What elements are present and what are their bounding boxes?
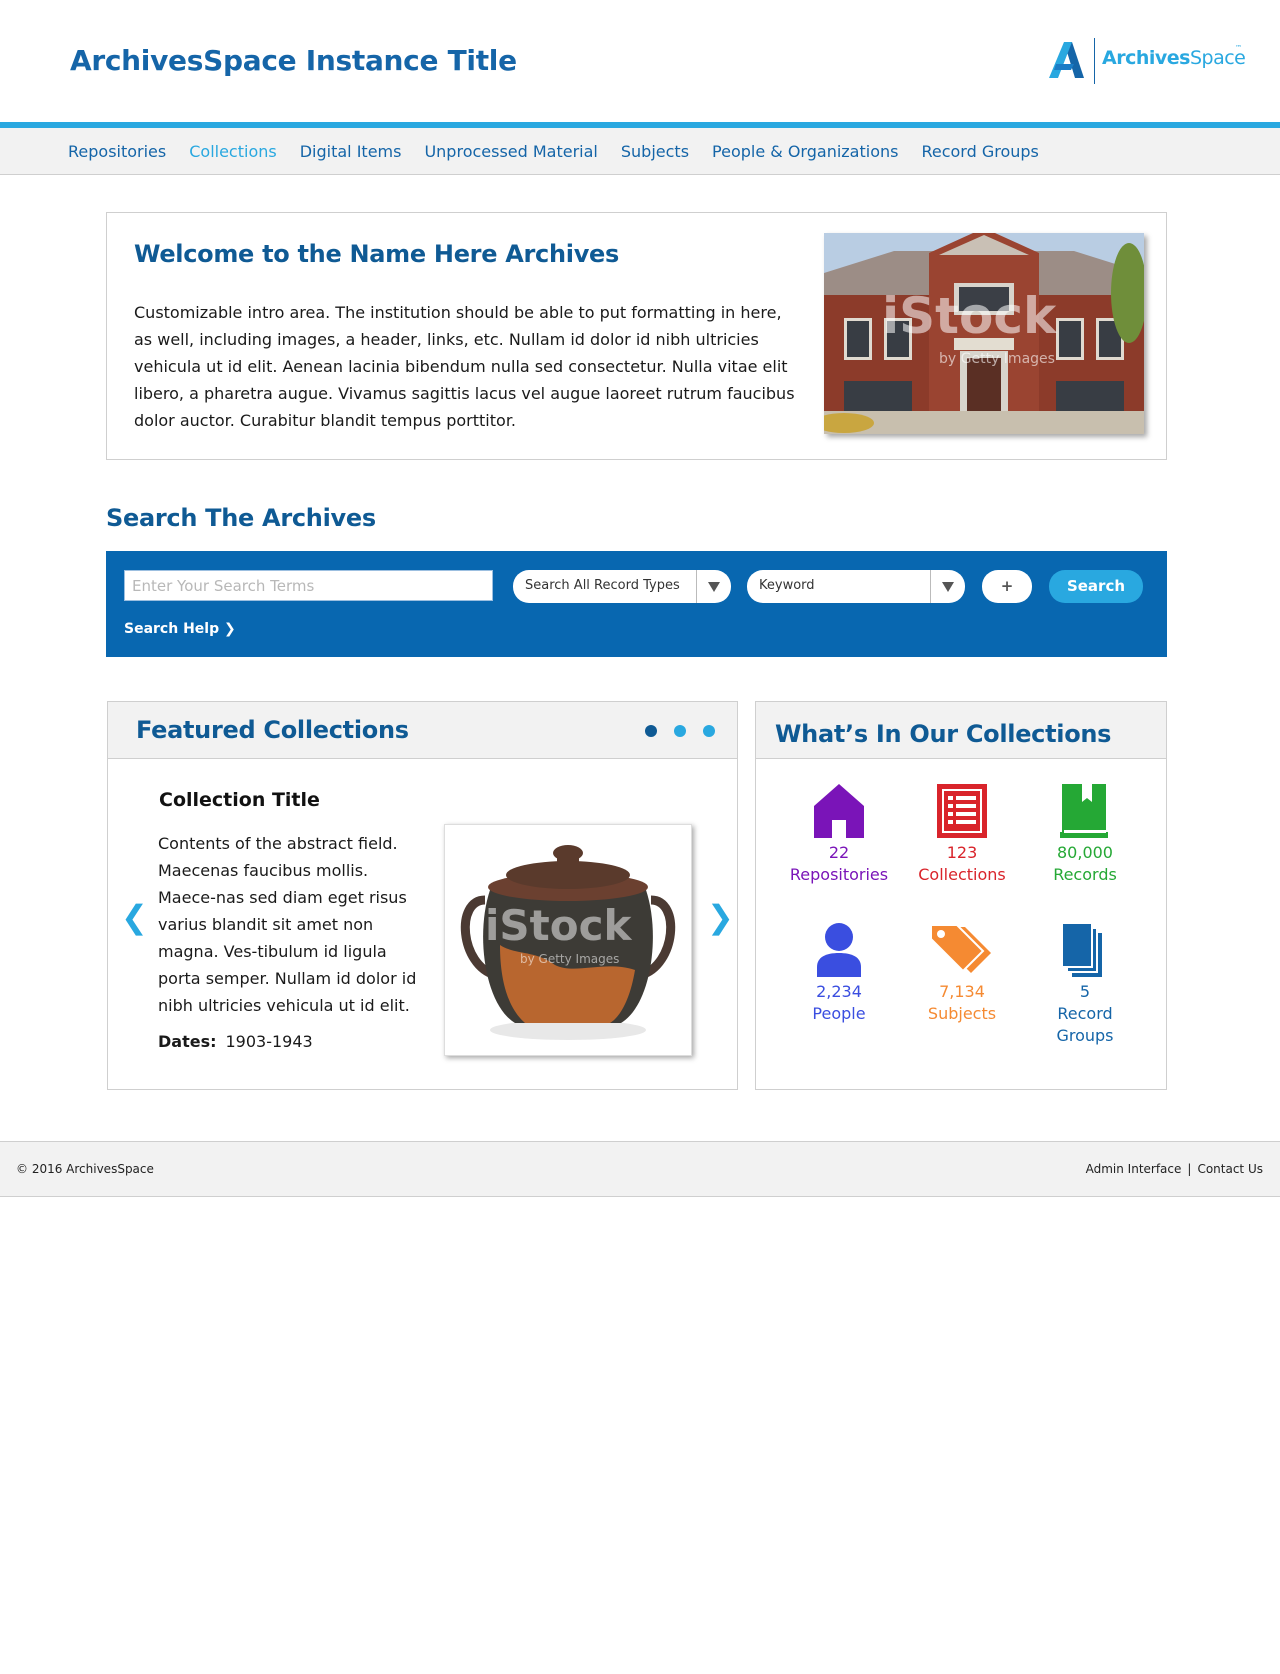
carousel-indicators <box>628 725 715 737</box>
site-footer: © 2016 ArchivesSpace Admin Interface | Con… <box>0 1141 1280 1197</box>
carousel-prev-arrow[interactable]: ❮ <box>121 898 148 936</box>
watermark-subtext: by Getty Images <box>939 351 1055 367</box>
featured-collections-header: Featured Collections <box>108 702 737 759</box>
list-icon <box>937 784 987 838</box>
add-search-row-button[interactable]: + <box>982 570 1032 603</box>
stat-label: Records <box>1053 865 1117 884</box>
stat-collections[interactable]: 123 Collections <box>902 784 1022 886</box>
stat-repositories[interactable]: 22 Repositories <box>779 784 899 886</box>
archivesspace-logo-icon <box>1049 42 1084 78</box>
nav-item-repositories[interactable]: Repositories <box>68 142 166 161</box>
watermark-subtext: by Getty Images <box>520 952 619 966</box>
carousel-dot[interactable] <box>645 725 657 737</box>
select-divider <box>696 570 697 603</box>
person-icon <box>817 923 861 977</box>
main-nav: Repositories Collections Digital Items U… <box>0 128 1280 175</box>
stat-people[interactable]: 2,234 People <box>779 923 899 1025</box>
carousel-dot[interactable] <box>674 725 686 737</box>
search-field-select[interactable]: Keyword <box>747 570 965 603</box>
nav-item-digital-items[interactable]: Digital Items <box>300 142 402 161</box>
chevron-down-icon <box>942 582 954 592</box>
site-header: ArchivesSpace Instance Title ArchivesSpa… <box>0 0 1280 122</box>
watermark-text: iStock <box>485 901 632 950</box>
collection-abstract: Contents of the abstract field. Maecenas… <box>158 834 417 1015</box>
tags-icon <box>930 924 991 973</box>
collection-dates: Dates: 1903-1943 <box>158 1032 313 1051</box>
archivesspace-logo[interactable]: ArchivesSpace ™ <box>1044 36 1246 86</box>
stat-label: People <box>812 1004 866 1023</box>
carousel-dot[interactable] <box>703 725 715 737</box>
stat-records[interactable]: 80,000 Records <box>1025 784 1145 886</box>
welcome-body: Customizable intro area. The institution… <box>134 303 795 430</box>
stat-label: Collections <box>918 865 1006 884</box>
contact-us-link[interactable]: Contact Us <box>1197 1162 1263 1176</box>
logo-divider <box>1094 38 1095 84</box>
home-icon <box>814 784 864 838</box>
record-type-select[interactable]: Search All Record Types <box>513 570 731 603</box>
collection-stats-header: What’s In Our Collections <box>756 702 1166 759</box>
search-button[interactable]: Search <box>1049 570 1143 603</box>
carousel-next-arrow[interactable]: ❯ <box>707 898 734 936</box>
pot-illustration: iStock by Getty Images <box>460 845 676 1040</box>
stat-subjects[interactable]: 7,134 Subjects <box>902 923 1022 1025</box>
stat-count: 22 <box>828 843 850 862</box>
admin-interface-link[interactable]: Admin Interface <box>1086 1162 1182 1176</box>
copyright-text: © 2016 ArchivesSpace <box>16 1162 154 1176</box>
stat-count: 2,234 <box>816 982 862 1001</box>
footer-separator: | <box>1187 1162 1192 1176</box>
collection-photo[interactable]: iStock by Getty Images <box>444 824 692 1056</box>
library-building-photo: iStock by Getty Images <box>824 233 1144 434</box>
nav-item-unprocessed-material[interactable]: Unprocessed Material <box>424 142 597 161</box>
watermark-text: iStock <box>882 287 1058 345</box>
nav-item-record-groups[interactable]: Record Groups <box>921 142 1038 161</box>
logo-trademark: ™ <box>1235 44 1242 52</box>
stat-count: 5 <box>1079 982 1091 1001</box>
search-heading: Search The Archives <box>106 504 376 532</box>
welcome-title: Welcome to the Name Here Archives <box>134 240 619 268</box>
collection-stats-panel: What’s In Our Collections 22 Repositorie… <box>755 701 1167 1090</box>
logo-wordmark: ArchivesSpace <box>1102 47 1246 69</box>
building-illustration: iStock by Getty Images <box>824 233 1144 434</box>
stat-count: 7,134 <box>939 982 985 1001</box>
collection-stats-title: What’s In Our Collections <box>775 720 1112 748</box>
footer-links: Admin Interface | Contact Us <box>1086 1162 1263 1176</box>
search-input[interactable] <box>124 570 493 601</box>
stat-label: Repositories <box>789 865 889 884</box>
welcome-panel: Welcome to the Name Here Archives Custom… <box>106 212 1167 460</box>
stat-record-groups[interactable]: 5 Record Groups <box>1025 923 1145 1047</box>
book-icon <box>1060 784 1108 838</box>
search-panel: Search All Record Types Keyword + Search… <box>106 551 1167 657</box>
featured-collections-panel: Featured Collections ❮ Collection Title … <box>107 701 738 1090</box>
dates-value: 1903-1943 <box>225 1032 313 1051</box>
collection-title[interactable]: Collection Title <box>159 789 320 811</box>
select-divider <box>930 570 931 603</box>
search-help-link[interactable]: Search Help ❯ <box>124 621 236 637</box>
stat-count: 80,000 <box>1057 843 1113 862</box>
stack-icon <box>1061 923 1102 977</box>
dates-label: Dates: <box>158 1032 217 1051</box>
nav-item-subjects[interactable]: Subjects <box>621 142 689 161</box>
search-field-select-value: Keyword <box>759 578 815 593</box>
featured-collections-title: Featured Collections <box>136 716 409 744</box>
stat-label: Subjects <box>927 1004 997 1023</box>
nav-item-people-organizations[interactable]: People & Organizations <box>712 142 898 161</box>
nav-item-collections[interactable]: Collections <box>189 142 276 161</box>
site-title[interactable]: ArchivesSpace Instance Title <box>70 44 517 77</box>
chevron-down-icon <box>708 582 720 592</box>
record-type-select-value: Search All Record Types <box>525 578 680 593</box>
stat-label: Record Groups <box>1056 1004 1114 1045</box>
stat-count: 123 <box>946 843 978 862</box>
